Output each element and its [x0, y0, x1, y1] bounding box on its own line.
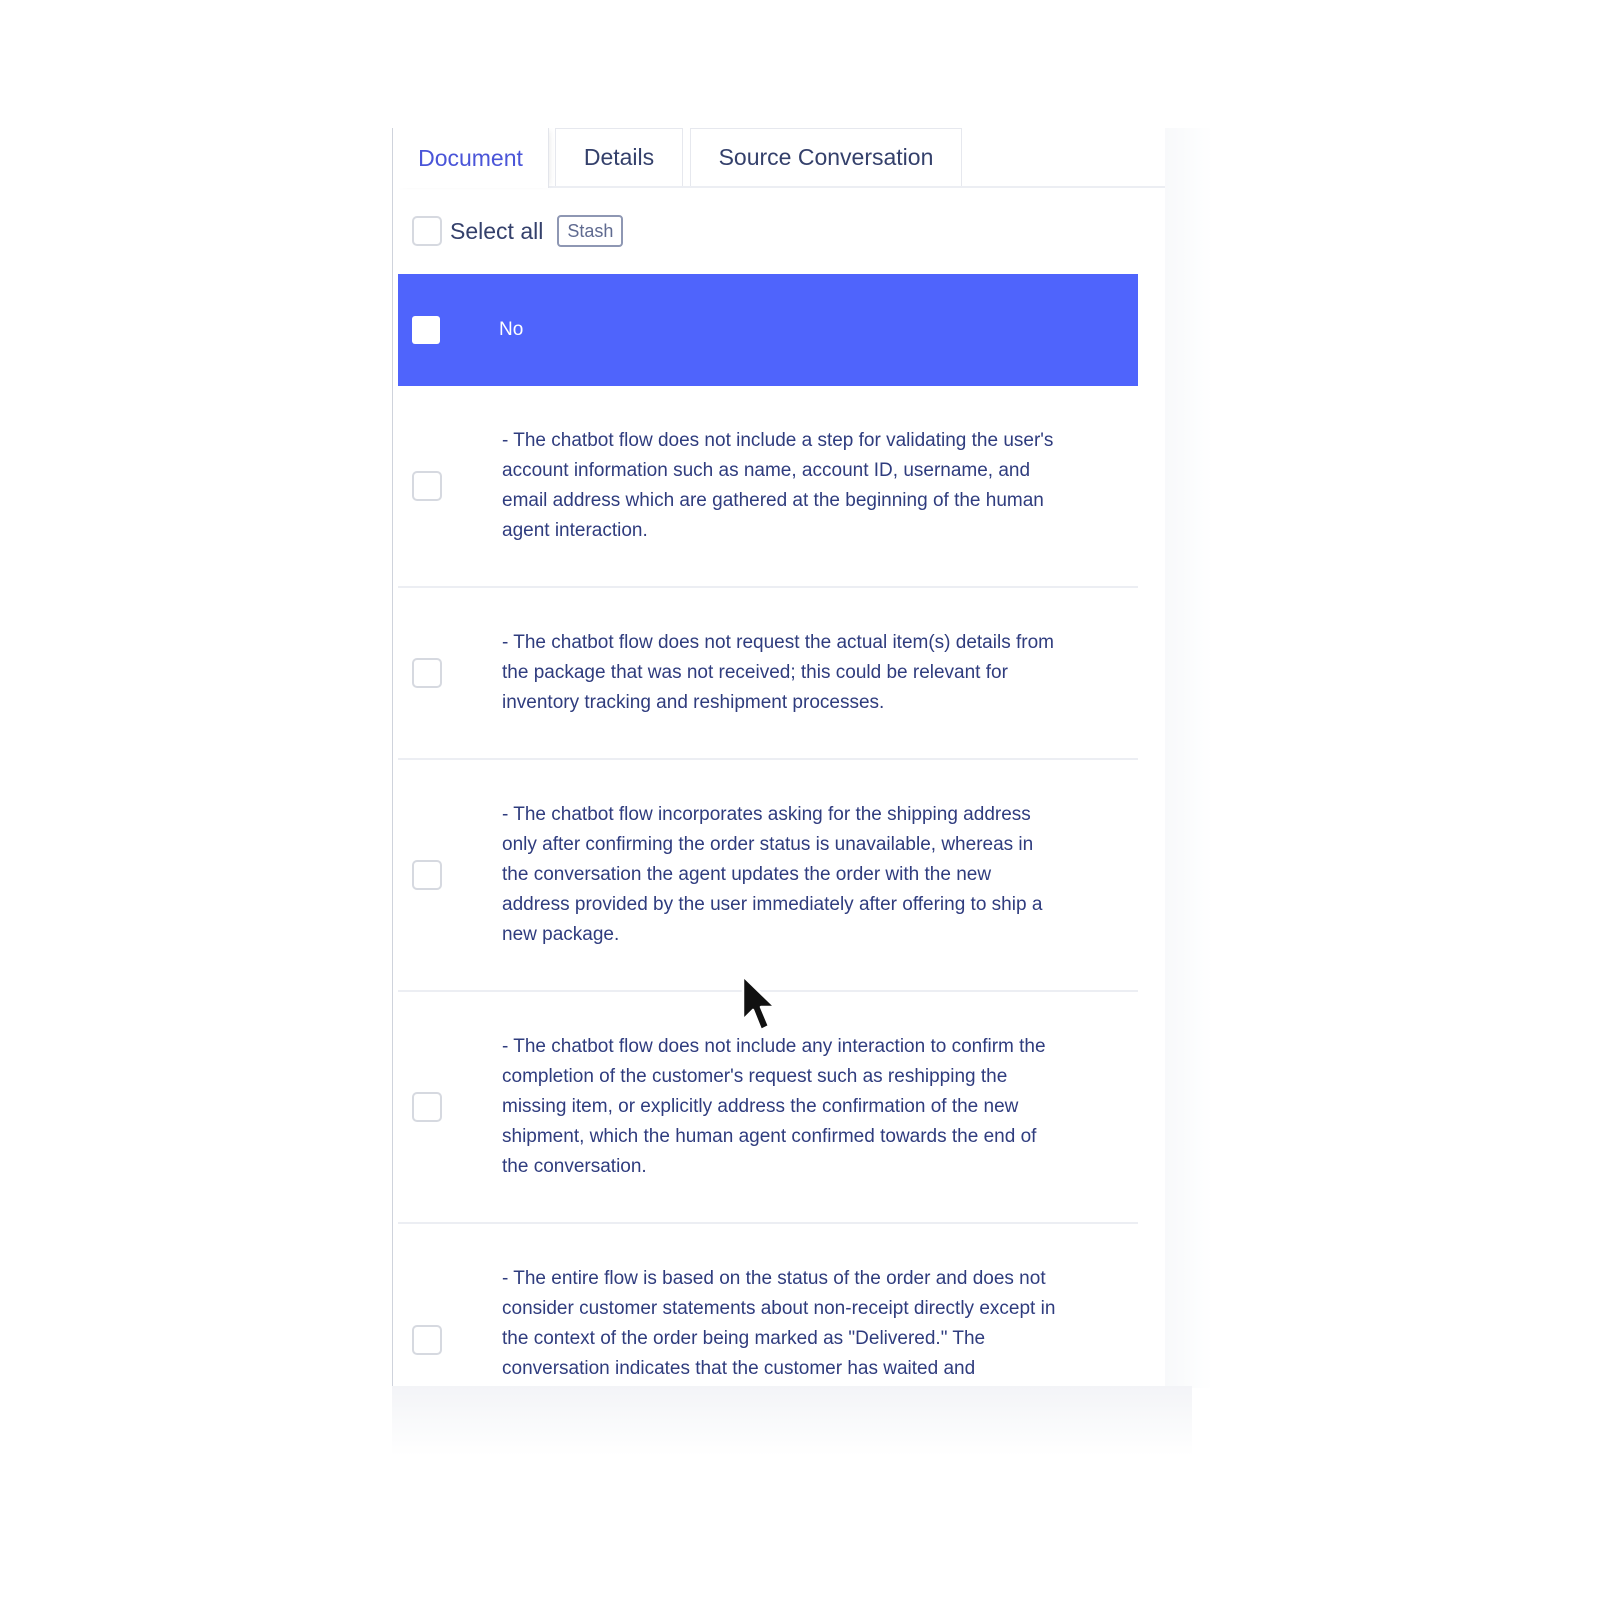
tab-document[interactable]: Document	[393, 128, 549, 188]
select-all-checkbox[interactable]	[412, 216, 442, 246]
list-item: - The chatbot flow does not request the …	[398, 588, 1138, 760]
header-checkbox[interactable]	[412, 316, 440, 344]
list-item-checkbox[interactable]	[412, 1092, 442, 1122]
mouse-pointer-icon	[741, 974, 777, 1032]
header-label: No	[499, 319, 524, 340]
findings-list: No - The chatbot flow does not include a…	[398, 274, 1138, 1386]
list-item: - The chatbot flow incorporates asking f…	[398, 760, 1138, 992]
selection-toolbar: Select all Stash	[393, 188, 1165, 274]
list-item-text: - The chatbot flow incorporates asking f…	[502, 804, 1043, 945]
tab-details[interactable]: Details	[555, 128, 683, 186]
list-item-checkbox[interactable]	[412, 1325, 442, 1355]
list-item-text: - The chatbot flow does not include any …	[502, 1036, 1046, 1177]
list-item-checkbox[interactable]	[412, 658, 442, 688]
list-item: - The entire flow is based on the status…	[398, 1224, 1138, 1386]
panel-bottom-shadow	[392, 1386, 1192, 1456]
document-panel: Document Details Source Conversation Sel…	[392, 128, 1165, 1386]
stash-button[interactable]: Stash	[557, 215, 624, 247]
select-all-label: Select all	[450, 217, 544, 244]
list-header-row[interactable]: No	[398, 274, 1138, 386]
tab-source-conversation[interactable]: Source Conversation	[690, 128, 962, 186]
list-item-text: - The chatbot flow does not include a st…	[502, 430, 1054, 541]
list-item-checkbox[interactable]	[412, 471, 442, 501]
page: Document Details Source Conversation Sel…	[0, 0, 1600, 1600]
tab-bar: Document Details Source Conversation	[393, 128, 1165, 188]
list-item-checkbox[interactable]	[412, 860, 442, 890]
list-item-text: - The chatbot flow does not request the …	[502, 632, 1054, 713]
list-item: - The chatbot flow does not include a st…	[398, 386, 1138, 588]
list-item-text: - The entire flow is based on the status…	[502, 1268, 1056, 1379]
